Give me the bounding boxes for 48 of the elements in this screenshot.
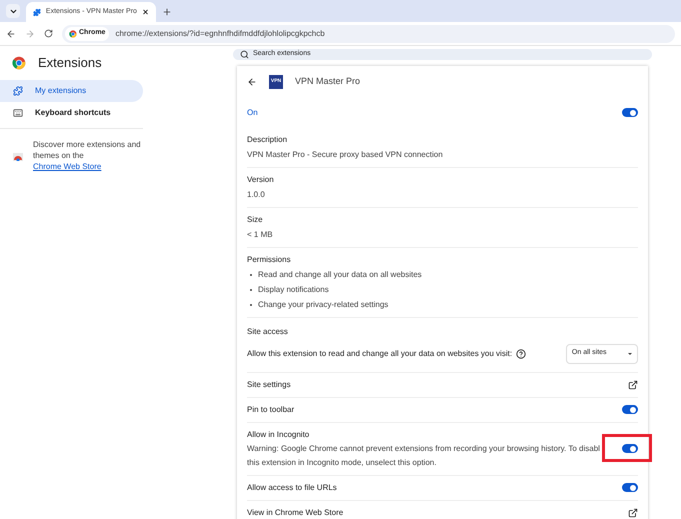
permission-item: Read and change all your data on all websites [258, 268, 422, 280]
detail-label: Version [247, 174, 275, 186]
url-text: chrome://extensions/?id=egnhnfhdifmddfdjlohlolipcgkpchcb [115, 28, 325, 40]
promo-text: Discover more extensions and themes on the Chrome Web Store [33, 139, 142, 172]
external-link-icon[interactable] [628, 380, 638, 390]
option-label: Pin to toolbar [247, 404, 294, 416]
new-tab-icon[interactable] [162, 7, 172, 17]
option-label: View in Chrome Web Store [247, 506, 344, 518]
search-icon [240, 50, 249, 59]
toggle-switch[interactable] [622, 405, 638, 414]
help-icon[interactable] [516, 348, 526, 358]
chrome-logo-icon [12, 56, 26, 70]
detail-value: < 1 MB [247, 228, 274, 240]
sidebar-item[interactable]: Keyboard shortcuts [0, 102, 143, 124]
chrome-logo-icon [69, 30, 77, 38]
puzzle-icon [13, 86, 23, 96]
permission-item: Change your privacy-related settings [258, 298, 388, 310]
page-title: Extensions [38, 54, 102, 72]
option-label: Allow access to file URLs [247, 482, 337, 494]
back-icon[interactable] [247, 76, 257, 86]
close-icon[interactable] [142, 8, 149, 16]
toggle-switch[interactable] [622, 444, 638, 453]
back-icon[interactable] [6, 28, 16, 38]
warning-text: this extension in Incognito mode, unselect this option. [247, 456, 438, 468]
detail-value: 1.0.0 [247, 188, 266, 200]
external-link-icon[interactable] [628, 508, 638, 518]
site-access-prompt: Allow this extension to read and change all your data on websites you visit: [247, 348, 512, 360]
enabled-label: On [247, 106, 258, 118]
tab-list-icon[interactable] [6, 4, 20, 18]
permission-item: Display notifications [258, 284, 329, 296]
warning-text: Warning: Google Chrome cannot prevent extensions from recording your browsing history. To disabl [247, 442, 600, 454]
reload-icon[interactable] [44, 29, 53, 38]
extension-name: VPN Master Pro [295, 74, 360, 88]
puzzle-icon [33, 8, 41, 16]
section-title: Site access [247, 326, 289, 338]
dropdown-caret-icon [628, 352, 632, 354]
detail-label: Description [247, 134, 288, 146]
detail-value: VPN Master Pro - Secure proxy based VPN connection [247, 148, 444, 160]
keyboard-icon [13, 108, 23, 118]
web-store-link[interactable]: Chrome Web Store [33, 162, 102, 171]
detail-label: Permissions [247, 254, 292, 266]
web-store-icon [13, 150, 23, 160]
option-label: Allow in Incognito [247, 428, 310, 440]
sidebar-item[interactable]: My extensions [0, 80, 143, 102]
toggle-switch[interactable] [622, 483, 638, 492]
option-label: Site settings [247, 378, 291, 390]
toggle-switch[interactable] [622, 108, 638, 117]
detail-label: Size [247, 214, 264, 226]
